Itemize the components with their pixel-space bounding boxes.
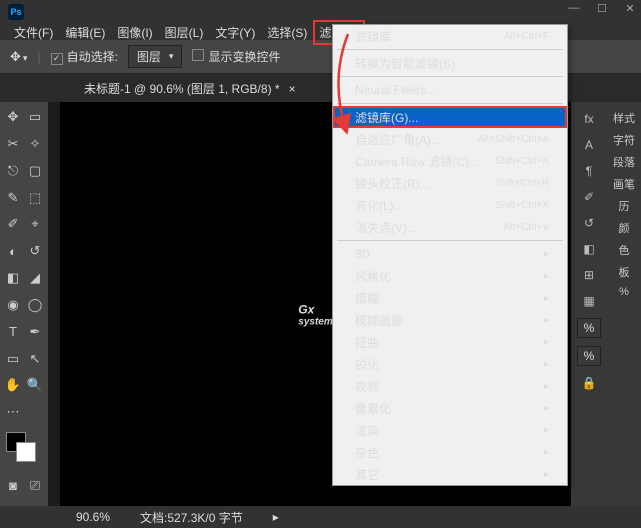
panel-label[interactable]: 画笔 — [613, 176, 635, 192]
marquee-tool[interactable]: ⬚ — [24, 187, 46, 209]
tools-panel: ✥▭ ✂✧ ⎋▢ ✎⬚ ✐⌖ ◐↺ ◧◢ ◉◯ T✒ ▭↖ ✋🔍 ⋯ ◙⎚ — [0, 102, 48, 506]
menu-item[interactable]: 3D▸ — [333, 243, 567, 265]
panel-label[interactable]: 颜 — [619, 220, 630, 236]
menu-item[interactable]: 风格化▸ — [333, 265, 567, 287]
color-icon[interactable]: ◧ — [578, 240, 600, 258]
type-tool[interactable]: T — [2, 321, 24, 343]
character-icon[interactable]: A — [578, 136, 600, 154]
history-brush-tool[interactable]: ↺ — [24, 240, 46, 262]
menu-item[interactable]: Camera Raw 滤镜(C)...Shift+Ctrl+A — [333, 150, 567, 172]
zoom-tool[interactable]: 🔍 — [24, 374, 46, 396]
panel-icon[interactable]: ▦ — [578, 292, 600, 310]
gradient-tool[interactable]: ◢ — [24, 267, 46, 289]
watermark: Gx system — [298, 281, 332, 328]
close-button[interactable]: ✕ — [623, 2, 637, 16]
panel-label[interactable]: 色 — [619, 242, 630, 258]
panel-label[interactable]: 板 — [619, 264, 630, 280]
panel-labels: 样式字符段落画笔历颜色板% — [607, 102, 641, 506]
menu-item: Neural Filters... — [333, 79, 567, 101]
menu-1[interactable]: 编辑(E) — [59, 20, 111, 45]
menu-item[interactable]: 自适应广角(A)...Alt+Shift+Ctrl+A — [333, 128, 567, 150]
menu-separator — [337, 76, 563, 77]
move-tool-icon[interactable]: ✥▾ — [10, 49, 27, 65]
panel-label[interactable]: 历 — [619, 198, 630, 214]
color-swatches[interactable] — [6, 432, 42, 466]
menu-item[interactable]: 像素化▸ — [333, 397, 567, 419]
brush-icon[interactable]: ✐ — [578, 188, 600, 206]
move-tool[interactable]: ✥ — [2, 106, 24, 128]
menu-item[interactable]: 转换为智能滤镜(S) — [333, 52, 567, 74]
lock-icon[interactable]: 🔒 — [578, 374, 600, 392]
panel-icons: fx A ¶ ✐ ↺ ◧ ⊞ ▦ % % 🔒 — [571, 102, 607, 506]
swatch-icon[interactable]: ⊞ — [578, 266, 600, 284]
artboard-tool[interactable]: ▭ — [24, 106, 46, 128]
menu-separator — [337, 103, 563, 104]
menu-item[interactable]: 锐化▸ — [333, 353, 567, 375]
menu-0[interactable]: 文件(F) — [8, 20, 59, 45]
menu-item[interactable]: 液化(L)...Shift+Ctrl+X — [333, 194, 567, 216]
opacity-value[interactable]: % — [577, 318, 602, 338]
blur-tool[interactable]: ◉ — [2, 294, 24, 316]
panel-label[interactable]: % — [619, 286, 629, 298]
panel-label[interactable]: 样式 — [613, 110, 635, 126]
eraser-tool[interactable]: ◧ — [2, 267, 24, 289]
paragraph-icon[interactable]: ¶ — [578, 162, 600, 180]
menu-item: 滤镜库Alt+Ctrl+F — [333, 25, 567, 47]
document-tab[interactable]: 未标题-1 @ 90.6% (图层 1, RGB/8) * × — [76, 77, 304, 100]
styles-icon[interactable]: fx — [578, 110, 600, 128]
brush-tool[interactable]: ✐ — [2, 213, 24, 235]
healing-tool[interactable]: ◐ — [2, 240, 24, 262]
magic-wand-tool[interactable]: ✧ — [24, 133, 46, 155]
lasso-tool[interactable]: ✂ — [2, 133, 24, 155]
menu-item[interactable]: 模糊▸ — [333, 287, 567, 309]
panel-label[interactable]: 字符 — [613, 132, 635, 148]
auto-select-checkbox[interactable]: ✓自动选择: — [51, 48, 118, 65]
menu-item[interactable]: 其它▸ — [333, 463, 567, 485]
minimize-button[interactable]: — — [567, 2, 581, 16]
menu-item[interactable]: 杂色▸ — [333, 441, 567, 463]
menu-separator — [337, 49, 563, 50]
quick-mask[interactable]: ◙ — [2, 475, 24, 497]
doc-info[interactable]: 文档:527.3K/0 字节 — [140, 509, 243, 526]
status-bar: 90.6% 文档:527.3K/0 字节 ▸ — [0, 506, 641, 528]
fill-value[interactable]: % — [577, 346, 602, 366]
more-tools[interactable]: ⋯ — [2, 401, 24, 423]
menu-5[interactable]: 选择(S) — [261, 20, 313, 45]
menu-item[interactable]: 镜头校正(R)...Shift+Ctrl+R — [333, 172, 567, 194]
menu-item[interactable]: 渲染▸ — [333, 419, 567, 441]
show-transform-checkbox[interactable]: 显示变换控件 — [192, 48, 280, 65]
hand-tool[interactable]: ✋ — [2, 374, 24, 396]
layer-select[interactable]: 图层▾ — [128, 45, 183, 68]
app-logo: Ps — [8, 4, 24, 20]
menu-separator — [337, 240, 563, 241]
zoom-level[interactable]: 90.6% — [76, 510, 110, 524]
crop-tool[interactable]: ⎋ — [2, 160, 24, 182]
dodge-tool[interactable]: ◯ — [24, 294, 46, 316]
maximize-button[interactable]: ☐ — [595, 2, 609, 16]
frame-tool[interactable]: ▢ — [24, 160, 46, 182]
screen-mode[interactable]: ⎚ — [24, 475, 46, 497]
panel-label[interactable]: 段落 — [613, 154, 635, 170]
rectangle-tool[interactable]: ▭ — [2, 348, 24, 370]
window-controls: — ☐ ✕ — [567, 2, 637, 16]
path-select-tool[interactable]: ↖ — [24, 348, 46, 370]
menu-item[interactable]: 消失点(V)...Alt+Ctrl+V — [333, 216, 567, 238]
menu-item[interactable]: 模糊画廊▸ — [333, 309, 567, 331]
pen-tool[interactable]: ✒ — [24, 321, 46, 343]
menu-item[interactable]: 视频▸ — [333, 375, 567, 397]
eyedropper-tool[interactable]: ✎ — [2, 187, 24, 209]
clone-tool[interactable]: ⌖ — [24, 213, 46, 235]
menu-4[interactable]: 文字(Y) — [209, 20, 261, 45]
menu-item[interactable]: 滤镜库(G)... — [333, 106, 567, 128]
menu-item[interactable]: 扭曲▸ — [333, 331, 567, 353]
history-icon[interactable]: ↺ — [578, 214, 600, 232]
chevron-right-icon[interactable]: ▸ — [273, 510, 279, 524]
menu-2[interactable]: 图像(I) — [111, 20, 158, 45]
menu-3[interactable]: 图层(L) — [159, 20, 210, 45]
filter-menu-dropdown: 滤镜库Alt+Ctrl+F 转换为智能滤镜(S) Neural Filters...… — [332, 24, 568, 486]
